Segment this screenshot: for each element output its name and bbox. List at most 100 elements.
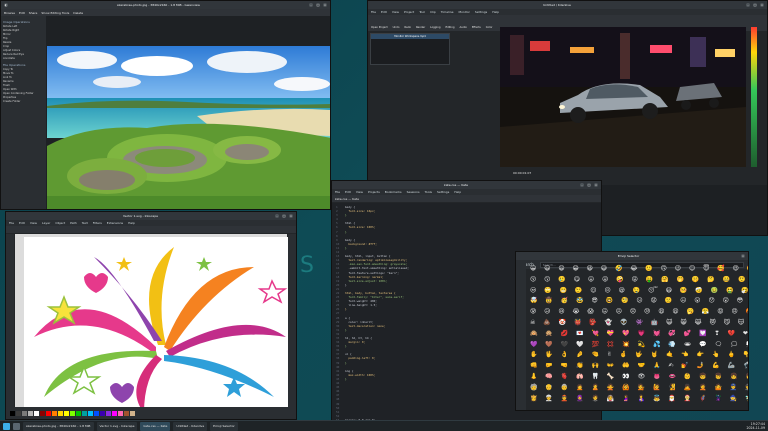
pager-icon[interactable]	[13, 422, 20, 430]
menu-item[interactable]: Layer	[42, 221, 50, 225]
menu-item[interactable]: View	[356, 190, 363, 194]
emoji-row[interactable]: 😒 🙄 😬 🤥 😌 😔 😪 🤤 😴 😷 🤒 🤕 🤢 🤮 🤧 🥵 🥶 🥴 😵	[530, 286, 748, 297]
palette-swatch[interactable]	[34, 410, 39, 416]
menu-item[interactable]: Path	[70, 221, 77, 225]
palette-swatch[interactable]	[58, 410, 63, 416]
menu-item[interactable]: Edit	[345, 190, 351, 194]
emoji-row[interactable]: 👸 👳 👲 🧕 🤵 👰 🤰 🤱 👼 🎅 🤶 🦸 🦹 🧙 🧚 🧛 🧜 🧝 🧞	[530, 394, 748, 405]
image-operation-item[interactable]: Annotate	[3, 57, 44, 61]
menu-item[interactable]: Monitor	[459, 10, 470, 14]
gwenview-titlebar[interactable]: ◐ skarabrae-photo.jpg - 3840x2160 - 1.8 …	[1, 1, 330, 9]
menu-item[interactable]: View	[392, 10, 399, 14]
emoji-row[interactable]: 🙉 🙊 💋 💌 💘 💝 💖 💗 💓 💞 💕 💟 ❣ 💔 ❤ 🧡 💛 💚 💙	[530, 329, 748, 340]
palette-swatch[interactable]	[88, 410, 93, 416]
application-launcher-icon[interactable]	[3, 422, 10, 430]
emoji-row[interactable]: 😀 😃 😄 😁 😆 😅 🤣 😂 🙂 🙃 😉 😊 😇 🥰 😍 🤩 😘 😗 ☺	[530, 264, 748, 275]
menu-item[interactable]: Projects	[368, 190, 380, 194]
minimize-icon[interactable]: –	[580, 183, 584, 187]
minimize-icon[interactable]: –	[275, 214, 279, 218]
emoji-row[interactable]: 🧓 👴 👵 🙍 🙎 🙅 🙆 💁 🙋 🧏 🙇 🤦 🤷 👮 🕵 💂 🥷 👷 🤴	[530, 383, 748, 394]
emoji-grid[interactable]: 😀 😃 😄 😁 😆 😅 🤣 😂 🙂 🙃 😉 😊 😇 🥰 😍 🤩 😘 😗 ☺😚 😙…	[526, 262, 748, 410]
palette-swatch[interactable]	[28, 410, 33, 416]
edit-button[interactable]: Edit	[19, 11, 25, 15]
palette-swatch[interactable]	[130, 410, 135, 416]
emoji-titlebar[interactable]: Emoji Selector ×	[516, 252, 748, 260]
toolbar-button[interactable]: Effects	[472, 26, 481, 29]
inkscape-page[interactable]	[24, 237, 289, 413]
inkscape-titlebar[interactable]: Vector 1.svg - Inkscape – □ ×	[6, 212, 296, 220]
maximize-icon[interactable]: □	[753, 3, 757, 7]
emoji-row[interactable]: 👃 🧠 🫀 🫁 🦷 🦴 👀 👁 👅 👄 👶 🧒 👦 👧 🧑 👱 👨 🧔 👩	[530, 372, 748, 383]
maximize-icon[interactable]: □	[282, 214, 286, 218]
emoji-row[interactable]: ☠ 💩 🤡 👹 👺 👻 👽 👾 🤖 😺 😸 😹 😻 😼 😽 🙀 😿 😾 🙈	[530, 318, 744, 329]
menu-item[interactable]: File	[335, 190, 340, 194]
emoji-row[interactable]: 😚 😙 🥲 😋 😛 😜 🤪 😝 🤑 🤗 🤭 🤫 🤔 🤐 🤨 😐 😑 😶 😏	[530, 275, 745, 286]
palette-swatch[interactable]	[106, 410, 111, 416]
palette-swatch[interactable]	[100, 410, 105, 416]
emoji-row[interactable]: 💜 🤎 🖤 🤍 💯 💢 💥 💫 💦 💨 🕳 💬 🗨 🗯 💭 💤 👋 🤚 🖐	[530, 340, 748, 351]
color-palette[interactable]	[6, 407, 296, 419]
menu-item[interactable]: Filters	[93, 221, 102, 225]
toolbar-button[interactable]: Render	[416, 26, 425, 29]
menu-item[interactable]: Tools	[425, 190, 432, 194]
inkscape-toolbox[interactable]	[6, 234, 14, 407]
close-icon[interactable]: ×	[289, 214, 293, 218]
toolbar-button[interactable]: Open Project	[371, 26, 388, 29]
close-icon[interactable]: ×	[760, 3, 764, 7]
minimize-icon[interactable]: –	[309, 3, 313, 7]
palette-swatch[interactable]	[70, 410, 75, 416]
menu-item[interactable]: Clip	[430, 10, 436, 14]
palette-swatch[interactable]	[64, 410, 69, 416]
kate-titlebar[interactable]: kate.css — Kate – □ ×	[332, 181, 601, 189]
emoji-row[interactable]: ✋ 🖖 👌 🤌 🤏 ✌ 🤞 🤟 🤘 🤙 👈 👉 👆 🖕 👇 ☝ 👍 👎 ✊	[530, 350, 748, 361]
clip-monitor[interactable]: Monitor Workspace.mp4	[370, 33, 450, 65]
menu-item[interactable]: Timeline	[441, 10, 454, 14]
menu-item[interactable]: View	[30, 221, 37, 225]
palette-swatch[interactable]	[10, 410, 15, 416]
toolbar-button[interactable]: Undo	[393, 26, 400, 29]
digital-clock[interactable]: 19:27:44 2024-11-09	[746, 422, 765, 430]
project-monitor[interactable]	[500, 27, 746, 167]
menu-item[interactable]: File	[371, 10, 376, 14]
menu-item[interactable]: File	[9, 221, 14, 225]
maximize-icon[interactable]: □	[587, 183, 591, 187]
task-gwenview[interactable]: skarabrae-photo.jpg - 3840x2160 - 1.8 Mi…	[23, 421, 94, 431]
palette-swatch[interactable]	[94, 410, 99, 416]
close-icon[interactable]: ×	[323, 3, 327, 7]
close-icon[interactable]: ×	[741, 254, 745, 258]
menu-item[interactable]: Settings	[475, 10, 487, 14]
menu-item[interactable]: Tool	[419, 10, 425, 14]
toolbar-button[interactable]: Editing	[445, 26, 454, 29]
maximize-icon[interactable]: □	[316, 3, 320, 7]
menu-item[interactable]: Extensions	[107, 221, 123, 225]
palette-swatch[interactable]	[118, 410, 123, 416]
tab-kate-css[interactable]: kate.css — Kate	[335, 197, 359, 201]
image-view[interactable]	[46, 16, 330, 209]
emoji-row[interactable]: 😰 😥 😢 😭 😱 😖 😣 😞 😓 😩 😫 🥱 😤 😡 😠 🤬 😈 👿 💀	[530, 307, 748, 318]
task-emoji-selector[interactable]: Emoji Selector	[210, 421, 238, 431]
palette-swatch[interactable]	[22, 410, 27, 416]
toolbar-button[interactable]: Logging	[430, 26, 440, 29]
palette-swatch[interactable]	[40, 410, 45, 416]
menu-item[interactable]: Project	[404, 10, 414, 14]
toolbar-button[interactable]: Redo	[404, 26, 411, 29]
task-kdenlive[interactable]: Untitled - Kdenlive	[173, 421, 208, 431]
emoji-row[interactable]: 🤯 🤠 🥳 🥸 😎 🤓 🧐 😕 😟 🙁 ☹ 😮 😯 😲 😳 🥺 😦 😧 😨	[530, 296, 744, 307]
palette-swatch[interactable]	[112, 410, 117, 416]
share-button[interactable]: Share	[29, 11, 38, 15]
close-icon[interactable]: ×	[594, 183, 598, 187]
menu-item[interactable]: Help	[128, 221, 135, 225]
palette-swatch[interactable]	[52, 410, 57, 416]
timecode-display[interactable]: 00:00:01:07	[513, 171, 531, 175]
menu-item[interactable]: Edit	[19, 221, 25, 225]
palette-swatch[interactable]	[124, 410, 129, 416]
task-kate[interactable]: kate.css — Kate	[140, 421, 171, 431]
emoji-row[interactable]: 👊 🤛 🤜 👏 🙌 👐 🤲 🤝 🙏 ✍ 💅 🤳 💪 🦾 🦿 🦵 🦶 👂 🦻	[530, 361, 748, 372]
menu-item[interactable]: Sessions	[407, 190, 420, 194]
menu-item[interactable]: Help	[454, 190, 461, 194]
menu-item[interactable]: Object	[55, 221, 65, 225]
browse-button[interactable]: Browse	[4, 11, 15, 15]
menu-item[interactable]: Help	[492, 10, 499, 14]
palette-swatch[interactable]	[82, 410, 87, 416]
minimize-icon[interactable]: –	[746, 3, 750, 7]
